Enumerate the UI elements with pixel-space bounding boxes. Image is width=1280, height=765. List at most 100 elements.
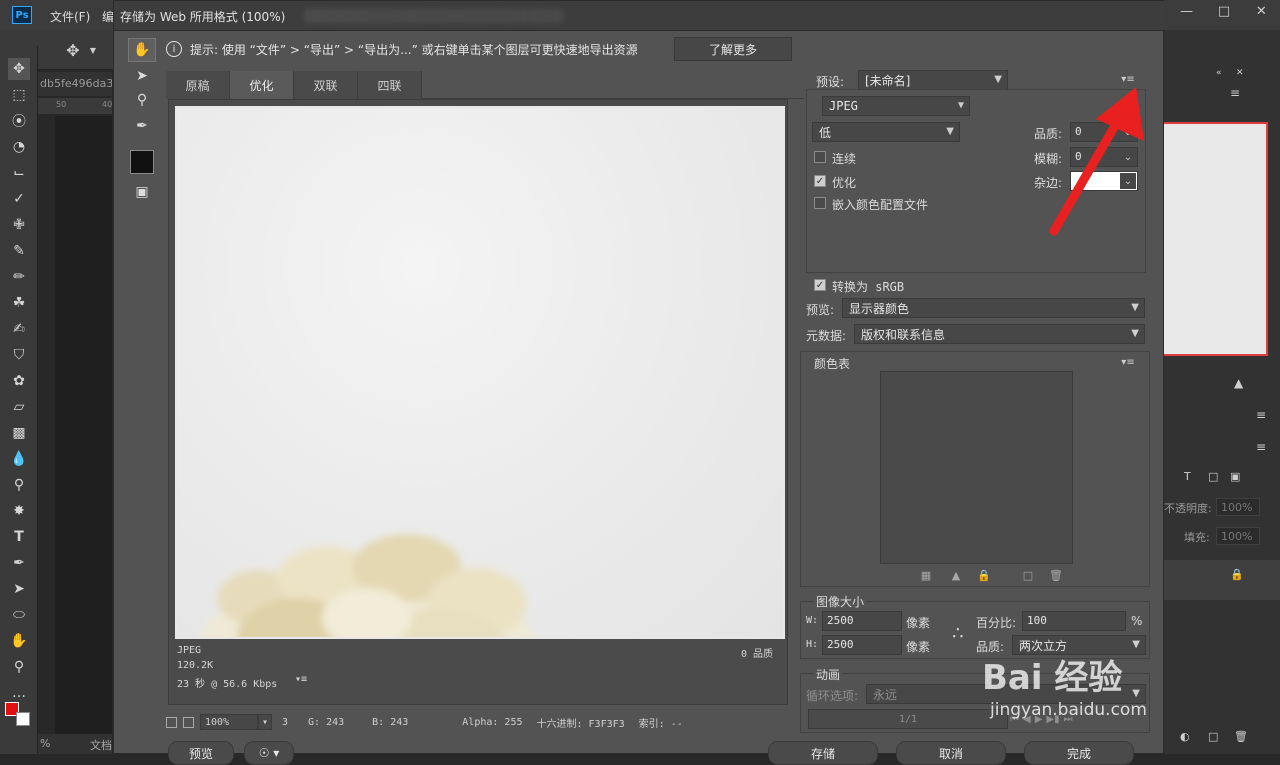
menu-file[interactable]: 文件(F) [50,8,90,25]
eraser-tool-icon[interactable]: ▱ [8,396,30,418]
ruler-label: 50 [56,100,67,109]
layer-filter-shape-icon[interactable]: □ [1208,470,1218,483]
path-select-icon[interactable]: ➤ [8,578,30,600]
sponge-tool-icon[interactable]: ✸ [8,500,30,522]
layer-filter-smart-icon[interactable]: ▣ [1230,470,1240,483]
cancel-button[interactable]: 取消 [896,741,1006,765]
eyedropper-tool-icon[interactable]: ✒ [128,114,156,138]
embed-profile-checkbox[interactable] [814,197,826,209]
blur-tool-icon[interactable]: 💧 [8,448,30,470]
preview-image[interactable] [175,106,785,639]
layer-row[interactable] [1164,560,1280,600]
metadata-dropdown[interactable]: 版权和联系信息 ▼ [854,324,1145,344]
color-table-menu-icon[interactable]: ▾≡ [1120,355,1136,369]
quick-select-icon[interactable]: ◔ [8,136,30,158]
opacity-field[interactable]: 100% [1216,498,1260,516]
ellipse-tool-icon[interactable]: ⬭ [8,604,30,626]
quality-level-dropdown[interactable]: 低 ▼ [812,122,960,142]
eyedropper-color-swatch[interactable] [130,150,154,174]
eyedropper-tool-icon[interactable]: ✓ [8,188,30,210]
minimize-icon[interactable]: — [1168,0,1205,22]
move-tool-icon[interactable]: ✥ [8,58,30,80]
save-button[interactable]: 存储 [768,741,878,765]
tab-2-up[interactable]: 双联 [294,71,358,99]
tip-text: 提示: 使用 “文件” > “导出” > “导出为...” 或右键单击某个图层可… [190,42,638,57]
optimized-checkbox[interactable]: ✓ [814,175,826,187]
animation-label: 动画 [814,666,843,683]
percent-label: 百分比: [976,616,1017,630]
preset-label: 预设: [816,75,845,89]
preview-dropdown[interactable]: 显示器颜色 ▼ [842,298,1145,318]
preview-button[interactable]: 预览 [168,741,234,765]
gradient-tool-icon[interactable]: ▩ [8,422,30,444]
close-icon[interactable]: ✕ [1243,0,1280,22]
chevron-down-icon[interactable]: ▼ [88,44,98,56]
slice-select-icon[interactable]: ➤ [128,64,156,88]
panel-collapse-icon[interactable]: « [1216,68,1222,78]
preset-dropdown[interactable]: [未命名] ▼ [858,70,1008,90]
zoom-in-box[interactable] [183,716,194,728]
height-field[interactable]: 2500 [822,635,902,655]
stamp-tool-icon[interactable]: ⛉ [8,344,30,366]
save-for-web-dialog: 存储为 Web 所用格式 (100%) ✋ ➤ ⚲ ✒ ▣ i 提示: 使用 “… [113,0,1165,765]
tab-optimized[interactable]: 优化 [230,71,294,99]
status-zoom: % [40,737,51,750]
mask-icon[interactable]: ◐ [1180,730,1190,743]
browser-preview-button[interactable]: ☉ ▾ [244,741,294,765]
convert-srgb-checkbox[interactable]: ✓ [814,279,826,291]
hand-tool-icon[interactable]: ✋ [128,38,156,62]
history-brush-icon[interactable]: ✍ [8,318,30,340]
tab-original[interactable]: 原稿 [166,71,230,99]
format-dropdown[interactable]: JPEG ▼ [822,96,970,116]
hand-tool-icon[interactable]: ✋ [8,630,30,652]
chevron-down-icon[interactable]: ▾ [258,714,272,730]
download-speed-menu-icon[interactable]: ▾≡ [295,674,307,685]
pencil-tool-icon[interactable]: ✏ [8,266,30,288]
triangle-up-icon[interactable]: ▲ [1234,376,1243,390]
clone-stamp-icon[interactable]: ☘ [8,292,30,314]
done-button[interactable]: 完成 [1024,741,1134,765]
move-tool-icon[interactable]: ✥ [62,40,84,60]
dialog-tools: ✋ ➤ ⚲ ✒ ▣ [124,36,160,216]
zoom-level-field[interactable]: 100% [200,714,258,730]
pen-tool-icon[interactable]: ✒ [8,552,30,574]
frame-counter: 1/1 [808,709,1008,729]
width-field[interactable]: 2500 [822,611,902,631]
width-label: W: [806,615,819,626]
background-color-swatch[interactable] [16,712,30,726]
panel-close-icon[interactable]: ✕ [1236,68,1244,78]
tab-4-up[interactable]: 四联 [358,71,422,99]
brush-tool-icon[interactable]: ✎ [8,240,30,262]
more-tools-icon[interactable]: … [8,682,30,704]
healing-brush-icon[interactable]: ✙ [8,214,30,236]
trash-icon[interactable]: 🗑 [1049,569,1063,582]
new-layer-icon[interactable]: □ [1208,730,1218,743]
zoom-tool-icon[interactable]: ⚲ [128,88,156,112]
zoom-out-box[interactable] [166,716,177,728]
learn-more-button[interactable]: 了解更多 [674,37,792,61]
dodge-tool-icon[interactable]: ⚲ [8,474,30,496]
type-tool-icon[interactable]: T [8,526,30,548]
new-color-icon[interactable]: □ [1022,569,1034,582]
web-snap-icon[interactable]: ▦ [920,569,932,582]
toggle-slices-icon[interactable]: ▣ [128,180,156,204]
zoom-tool-icon[interactable]: ⚲ [8,656,30,678]
progressive-checkbox[interactable] [814,151,826,163]
window-controls: — □ ✕ [1168,0,1280,22]
link-dimensions-icon[interactable]: ∴ [948,613,968,653]
marquee-tool-icon[interactable]: ⬚ [8,84,30,106]
panel-menu-icon[interactable]: ≡ [1256,440,1266,454]
layer-filter-type-icon[interactable]: T [1184,470,1191,483]
crop-tool-icon[interactable]: ⌙ [8,162,30,184]
percent-field[interactable]: 100 [1022,611,1126,631]
lock-icon[interactable]: 🔒 [977,569,991,582]
panel-menu-icon[interactable]: ≡ [1230,86,1240,100]
lasso-tool-icon[interactable]: ⦿ [8,110,30,132]
panel-menu-icon[interactable]: ≡ [1256,408,1266,422]
fill-field[interactable]: 100% [1216,527,1260,545]
trash-icon[interactable]: 🗑 [1234,730,1248,743]
art-brush-icon[interactable]: ✿ [8,370,30,392]
maximize-icon[interactable]: □ [1205,0,1242,22]
cube-icon[interactable]: ▲ [950,569,962,582]
document-tab[interactable]: db5fe496da3 [38,72,112,96]
